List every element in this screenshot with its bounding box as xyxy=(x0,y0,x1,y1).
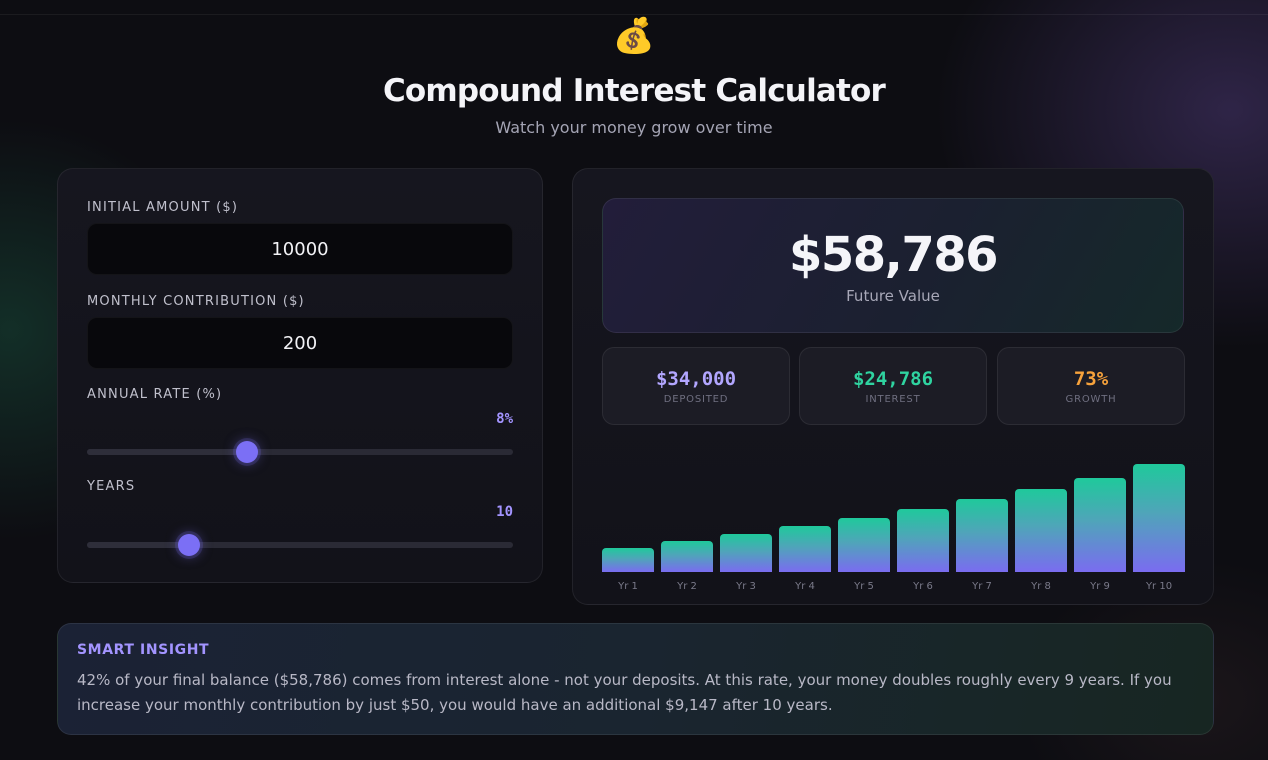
years-slider-thumb[interactable] xyxy=(178,534,200,556)
money-bag-icon: 💰 xyxy=(612,16,656,56)
chart-x-tick-label: Yr 5 xyxy=(854,581,874,592)
growth-label: GROWTH xyxy=(1065,394,1117,405)
annual-rate-label: ANNUAL RATE (%) xyxy=(87,387,223,402)
future-value-amount: $58,786 xyxy=(788,227,999,283)
annual-rate-slider[interactable] xyxy=(87,441,513,463)
annual-rate-slider-thumb[interactable] xyxy=(236,441,258,463)
deposited-label: DEPOSITED xyxy=(663,394,729,405)
chart-x-tick-label: Yr 9 xyxy=(1090,581,1110,592)
years-value: 10 xyxy=(496,504,513,520)
chart-x-tick-label: Yr 10 xyxy=(1145,581,1173,592)
future-value-label: Future Value xyxy=(846,287,940,305)
annual-rate-slider-fill xyxy=(87,449,247,455)
initial-amount-input[interactable] xyxy=(87,223,513,275)
chart-bar xyxy=(602,548,654,572)
interest-label: INTEREST xyxy=(865,394,921,405)
annual-rate-value: 8% xyxy=(496,411,513,427)
years-slider[interactable] xyxy=(87,534,513,556)
page-subtitle: Watch your money grow over time xyxy=(495,118,773,137)
deposited-value: $34,000 xyxy=(655,368,737,390)
chart-bar xyxy=(661,541,713,572)
chart-bar xyxy=(1133,464,1185,572)
chart-bar xyxy=(1015,489,1067,572)
chart-bar xyxy=(897,509,949,572)
chart-bar xyxy=(956,499,1008,572)
deposited-card: $34,000 DEPOSITED xyxy=(602,347,790,425)
growth-card: 73% GROWTH xyxy=(997,347,1185,425)
initial-amount-label: INITIAL AMOUNT ($) xyxy=(87,200,239,215)
results-panel: $58,786 Future Value $34,000 DEPOSITED $… xyxy=(572,168,1214,605)
insight-title: SMART INSIGHT xyxy=(77,642,210,658)
chart-x-tick-label: Yr 4 xyxy=(795,581,815,592)
chart-x-tick-label: Yr 6 xyxy=(913,581,933,592)
chart-bar xyxy=(720,534,772,572)
chart-x-tick-label: Yr 3 xyxy=(736,581,756,592)
chart-x-tick-label: Yr 8 xyxy=(1031,581,1051,592)
years-slider-fill xyxy=(87,542,189,548)
chart-x-tick-label: Yr 7 xyxy=(972,581,992,592)
top-divider xyxy=(0,14,1268,15)
insight-text: 42% of your final balance ($58,786) come… xyxy=(77,671,1172,714)
smart-insight-card: SMART INSIGHT 42% of your final balance … xyxy=(57,623,1214,735)
chart-bar xyxy=(1074,478,1126,572)
page-title: Compound Interest Calculator xyxy=(382,73,886,109)
chart-bar xyxy=(779,526,831,572)
interest-value: $24,786 xyxy=(852,368,934,390)
growth-value: 73% xyxy=(1073,368,1109,390)
years-label: YEARS xyxy=(87,479,136,494)
future-value-card: $58,786 Future Value xyxy=(602,198,1184,333)
interest-card: $24,786 INTEREST xyxy=(799,347,987,425)
chart-x-tick-label: Yr 2 xyxy=(677,581,697,592)
inputs-panel: INITIAL AMOUNT ($) MONTHLY CONTRIBUTION … xyxy=(57,168,543,583)
monthly-contribution-input[interactable] xyxy=(87,317,513,369)
page-header: 💰 Compound Interest Calculator Watch you… xyxy=(0,16,1268,138)
monthly-contribution-label: MONTHLY CONTRIBUTION ($) xyxy=(87,294,305,309)
growth-bar-chart: Yr 1 Yr 2 Yr 3 Yr 4 Yr 5 Yr 6 Yr 7 Yr 8 Yr 9 Yr 1… xyxy=(602,439,1185,594)
chart-bar xyxy=(838,518,890,572)
chart-x-tick-label: Yr 1 xyxy=(618,581,638,592)
